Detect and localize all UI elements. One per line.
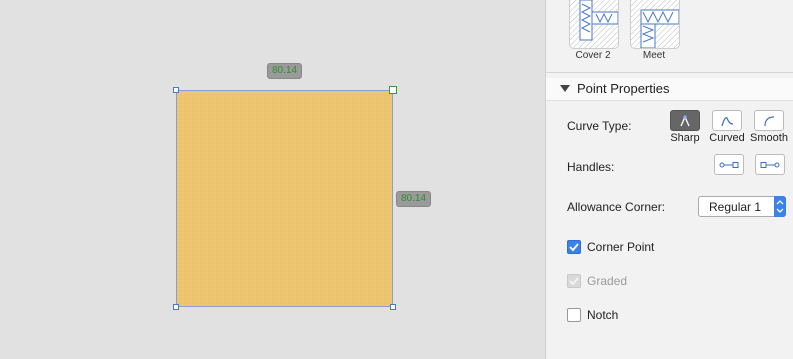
collapse-triangle-icon[interactable] [560,85,570,92]
handles-label: Handles: [567,160,615,174]
meet-corner-icon [631,0,679,48]
corner-point-label: Corner Point [587,240,655,254]
corner-point-checkbox[interactable] [567,240,581,254]
divider [546,72,793,73]
handle-left-icon [719,161,739,168]
curved-caption: Curved [709,132,745,144]
graded-label: Graded [587,274,628,288]
corner-style-meet-thumbnail[interactable] [630,0,680,49]
notch-label: Notch [587,308,619,322]
graded-checkbox [567,274,581,288]
corner-handle-top-left[interactable] [173,87,179,93]
properties-panel: Cover 2 Meet Point Properties Curve Type… [545,0,793,359]
curved-point-icon [721,116,734,126]
top-dimension-label: 80.14 [267,63,303,79]
curve-type-label: Curve Type: [567,119,632,133]
allowance-corner-select[interactable]: Regular 1 [698,196,786,217]
allowance-corner-label: Allowance Corner: [567,200,666,214]
corner-handle-top-right[interactable] [389,86,397,94]
point-properties-title: Point Properties [577,81,670,96]
meet-label: Meet [642,50,666,61]
sharp-point-icon [680,114,690,126]
allowance-corner-value: Regular 1 [709,200,762,214]
curve-type-sharp-button[interactable] [670,110,700,131]
handle-left-button[interactable] [714,154,744,175]
checkmark-icon [569,243,579,252]
checkmark-icon [569,277,579,286]
point-properties-header[interactable]: Point Properties [546,78,793,101]
corner-style-cover2-thumbnail[interactable] [569,0,619,49]
drawing-canvas[interactable]: 80.14 80.14 [0,0,545,359]
handle-right-icon [760,161,780,168]
corner-handle-bottom-left[interactable] [173,304,179,310]
sharp-caption: Sharp [670,132,700,144]
right-dimension-label: 80.14 [396,191,432,207]
select-stepper-icon[interactable] [774,196,786,217]
smooth-caption: Smooth [750,132,788,144]
notch-checkbox[interactable] [567,308,581,322]
cover2-label: Cover 2 [575,50,611,61]
cover2-corner-icon [570,0,618,48]
handle-right-button[interactable] [755,154,785,175]
corner-handle-bottom-right[interactable] [390,304,396,310]
smooth-point-icon [764,115,775,126]
curve-type-curved-button[interactable] [712,110,742,131]
curve-type-smooth-button[interactable] [754,110,784,131]
pattern-piece[interactable] [176,90,393,307]
